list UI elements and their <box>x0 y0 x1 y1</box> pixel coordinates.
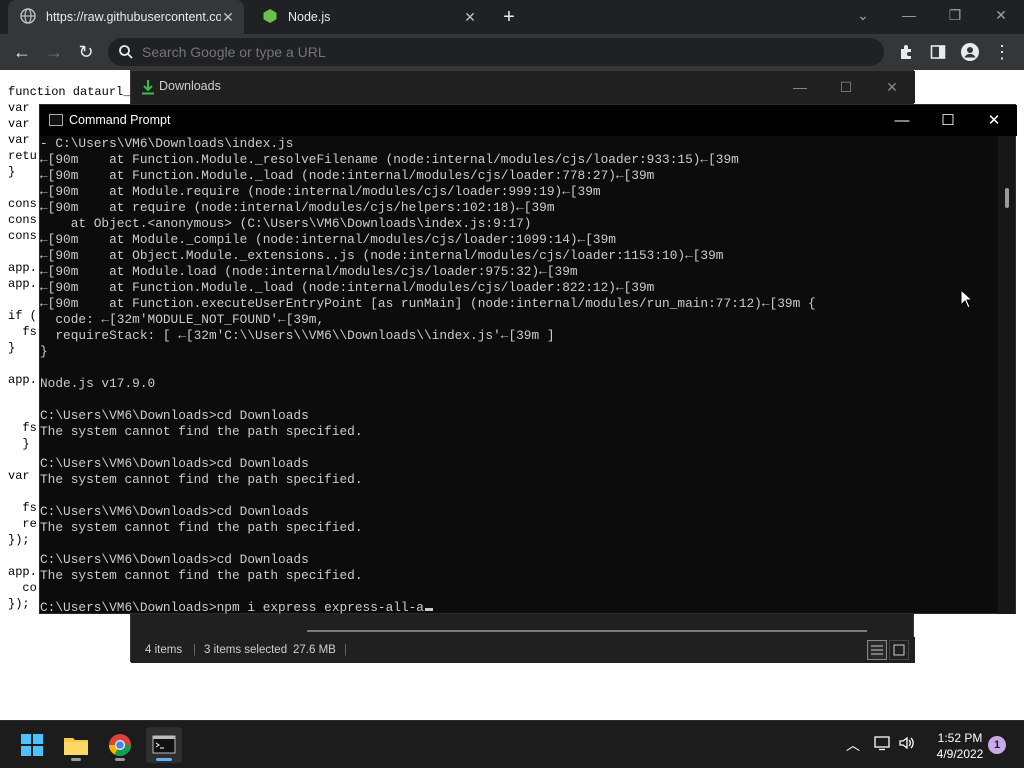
profile-icon[interactable] <box>958 40 982 64</box>
reload-icon[interactable]: ↻ <box>74 40 98 64</box>
terminal-line: - C:\Users\VM6\Downloads\index.js <box>40 136 294 151</box>
new-tab-button[interactable]: + <box>498 6 520 28</box>
terminal-line: ←[90m at Object.Module._extensions..js (… <box>40 248 724 263</box>
close-icon[interactable]: ✕ <box>462 9 478 25</box>
mouse-pointer-icon <box>960 288 974 314</box>
terminal-line: Node.js v17.9.0 <box>40 376 156 391</box>
close-window-icon[interactable]: ✕ <box>978 0 1024 30</box>
download-arrow-icon <box>141 79 155 100</box>
search-icon <box>118 44 134 65</box>
downloads-statusbar: 4 items | 3 items selected 27.6 MB | <box>131 637 915 663</box>
terminal-line: ←[90m at Module.require (node:internal/m… <box>40 184 601 199</box>
details-view-icon[interactable] <box>867 640 887 660</box>
scroll-thumb[interactable] <box>1005 188 1009 208</box>
minimize-icon[interactable]: — <box>886 0 932 30</box>
terminal-line: The system cannot find the path specifie… <box>40 424 363 439</box>
terminal-line: ←[90m at Function.Module._load (node:int… <box>40 168 655 183</box>
close-icon[interactable]: ✕ <box>971 105 1017 136</box>
start-icon <box>21 734 43 756</box>
terminal-line: ←[90m at Function.executeUserEntryPoint … <box>40 296 816 311</box>
terminal-line: The system cannot find the path specifie… <box>40 472 363 487</box>
menu-kebab-icon[interactable]: ⋮ <box>990 40 1014 64</box>
close-icon[interactable]: ✕ <box>220 9 236 25</box>
tab-nodejs[interactable]: Node.js ✕ <box>250 0 486 34</box>
back-arrow-icon[interactable]: ← <box>10 40 34 64</box>
terminal-output[interactable]: - C:\Users\VM6\Downloads\index.js ←[90m a… <box>40 136 1000 614</box>
downloads-title: Downloads <box>159 79 221 93</box>
tab-raw-github[interactable]: https://raw.githubusercontent.co ✕ <box>8 0 244 34</box>
tiles-view-icon[interactable] <box>889 640 909 660</box>
taskbar-file-explorer[interactable] <box>58 727 94 763</box>
command-prompt-window: Command Prompt — ☐ ✕ - C:\Users\VM6\Down… <box>39 104 1017 614</box>
terminal-line: at Object.<anonymous> (C:\Users\VM6\Down… <box>40 216 532 231</box>
terminal-line: ←[90m at Module._compile (node:internal/… <box>40 232 616 247</box>
close-icon[interactable]: ✕ <box>869 75 915 99</box>
chevron-up-icon[interactable]: ︿ <box>846 735 860 755</box>
selected-count: 3 items selected <box>204 644 288 656</box>
cmd-title: Command Prompt <box>69 113 171 127</box>
maximize-icon[interactable]: ☐ <box>925 105 971 136</box>
separator: | <box>344 644 347 656</box>
terminal-line: code: ←[32m'MODULE_NOT_FOUND'←[39m, <box>40 312 325 327</box>
minimize-icon[interactable]: — <box>879 105 925 136</box>
network-icon[interactable] <box>874 735 892 754</box>
extensions-icon[interactable] <box>894 40 918 64</box>
tab-title: https://raw.githubusercontent.co <box>46 10 221 24</box>
item-count: 4 items <box>145 644 183 656</box>
selected-size: 27.6 MB <box>293 644 336 656</box>
volume-icon[interactable] <box>898 735 916 754</box>
terminal-line: } <box>40 344 48 359</box>
terminal-line: C:\Users\VM6\Downloads>npm i express exp… <box>40 600 1000 614</box>
terminal-line: C:\Users\VM6\Downloads>cd Downloads <box>40 456 309 471</box>
terminal-line: C:\Users\VM6\Downloads>cd Downloads <box>40 552 309 567</box>
tab-title: Node.js <box>288 10 331 24</box>
horizontal-scrollbar[interactable] <box>307 630 867 632</box>
minimize-icon[interactable]: — <box>777 75 823 99</box>
taskbar: ︿ 1:52 PM 4/9/2022 1 <box>0 720 1024 768</box>
forward-arrow-icon[interactable]: → <box>42 40 66 64</box>
cmd-titlebar[interactable]: Command Prompt — ☐ ✕ <box>40 105 1017 136</box>
terminal-line: C:\Users\VM6\Downloads>cd Downloads <box>40 408 309 423</box>
terminal-line: ←[90m at require (node:internal/modules/… <box>40 200 555 215</box>
clock-time: 1:52 PM <box>937 731 983 745</box>
terminal-line: ←[90m at Module.load (node:internal/modu… <box>40 264 578 279</box>
globe-icon <box>20 7 36 27</box>
taskbar-command-prompt[interactable] <box>146 727 182 763</box>
taskbar-chrome[interactable] <box>102 727 138 763</box>
clock-date: 4/9/2022 <box>936 747 984 761</box>
notification-badge[interactable]: 1 <box>988 736 1006 754</box>
terminal-line: ←[90m at Function.Module._resolveFilenam… <box>40 152 739 167</box>
start-button[interactable] <box>14 727 50 763</box>
omnibox-input[interactable] <box>142 38 862 66</box>
restore-icon[interactable]: ❐ <box>932 0 978 30</box>
downloads-titlebar[interactable]: Downloads — ☐ ✕ <box>131 71 915 103</box>
terminal-line: The system cannot find the path specifie… <box>40 520 363 535</box>
maximize-icon[interactable]: ☐ <box>823 75 869 99</box>
vertical-scrollbar[interactable] <box>998 136 1015 614</box>
omnibox[interactable] <box>108 38 884 66</box>
terminal-line: C:\Users\VM6\Downloads>cd Downloads <box>40 504 309 519</box>
browser-tab-strip: https://raw.githubusercontent.co ✕ Node.… <box>0 0 1024 34</box>
terminal-line: ←[90m at Function.Module._load (node:int… <box>40 280 655 295</box>
terminal-line: requireStack: [ ←[32m'C:\\Users\\VM6\\Do… <box>40 328 555 343</box>
nodejs-icon <box>262 8 278 27</box>
side-panel-icon[interactable] <box>926 40 950 64</box>
system-clock[interactable]: 1:52 PM 4/9/2022 <box>928 730 992 762</box>
command-prompt-icon <box>49 114 63 126</box>
terminal-line: The system cannot find the path specifie… <box>40 568 363 583</box>
text-cursor <box>424 608 433 611</box>
tab-search-chevron-icon[interactable]: ⌄ <box>840 0 886 30</box>
separator: | <box>193 644 196 656</box>
